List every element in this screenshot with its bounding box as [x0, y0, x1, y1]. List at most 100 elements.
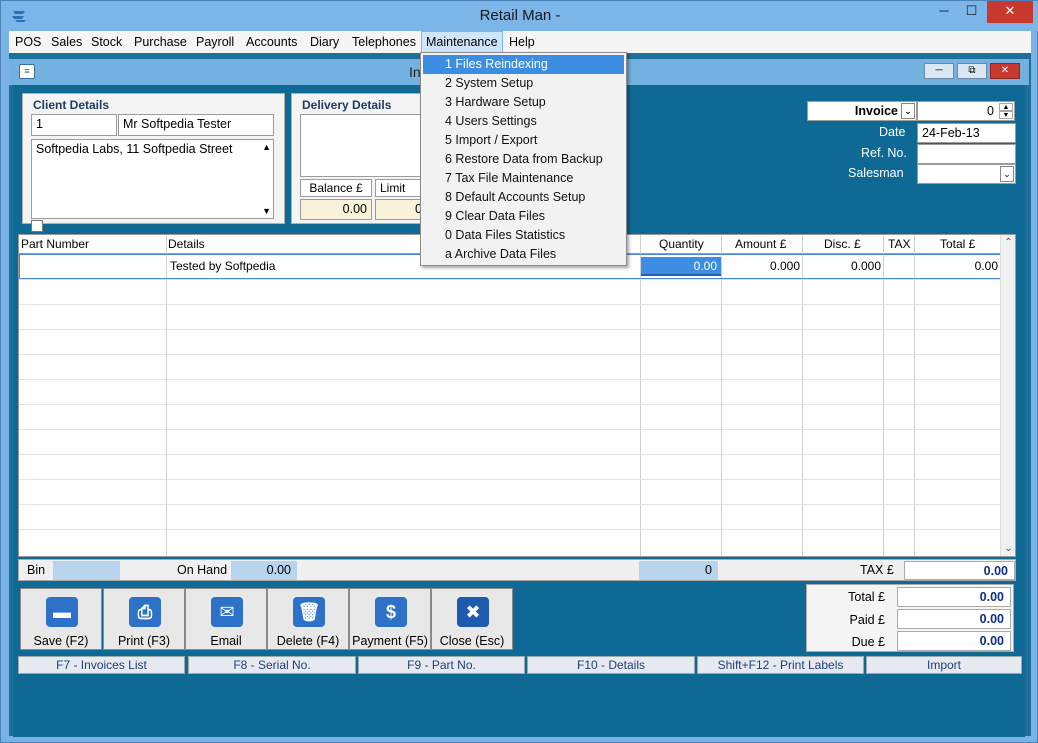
close-x-icon: ✖: [457, 597, 489, 627]
close-window-button[interactable]: ✕: [987, 1, 1033, 23]
on-hand-value: 0.00: [231, 561, 297, 580]
invoice-number-value: 0: [987, 104, 994, 118]
client-code-field[interactable]: 1: [31, 114, 117, 136]
stepper-down-icon[interactable]: ▼: [999, 111, 1013, 119]
close-button[interactable]: ✖ Close (Esc): [431, 588, 513, 650]
client-address-text: Softpedia Labs, 11 Softpedia Street: [36, 142, 233, 156]
date-label: Date: [879, 125, 906, 139]
dollar-icon: $: [375, 597, 407, 627]
col-disc[interactable]: Disc. £: [824, 237, 861, 251]
fkey-serial-no[interactable]: F8 - Serial No.: [188, 656, 356, 674]
fkey-part-no[interactable]: F9 - Part No.: [358, 656, 525, 674]
menu-maintenance[interactable]: Maintenance: [421, 31, 503, 53]
date-field[interactable]: 24-Feb-13: [917, 123, 1016, 143]
ref-no-field[interactable]: [917, 144, 1016, 164]
totals-panel: Total £ 0.00 Paid £ 0.00 Due £ 0.00: [806, 584, 1014, 652]
total-value: 0.00: [897, 587, 1011, 607]
maintenance-dropdown: 1 Files Reindexing 2 System Setup 3 Hard…: [420, 52, 627, 266]
invoice-type-value: Invoice: [854, 104, 898, 118]
line-count-value: 0: [639, 561, 718, 580]
invoice-number-stepper[interactable]: 0 ▲ ▼: [917, 101, 1015, 121]
save-button[interactable]: ▬ Save (F2): [20, 588, 102, 650]
menu-pos[interactable]: POS: [11, 31, 45, 53]
on-hand-label: On Hand: [177, 563, 228, 577]
col-details[interactable]: Details: [168, 237, 205, 251]
scroll-down-icon[interactable]: ⌄: [1001, 543, 1016, 554]
balance-label: Balance £: [300, 179, 372, 197]
email-button[interactable]: ✉ Email: [185, 588, 267, 650]
child-minimize-button[interactable]: ─: [924, 63, 954, 79]
delivery-address-field[interactable]: [300, 114, 427, 177]
child-window-title: In: [409, 64, 421, 80]
scroll-down-icon[interactable]: ▼: [262, 206, 271, 216]
minimize-button[interactable]: ─: [931, 1, 957, 23]
menu-telephones[interactable]: Telephones: [348, 31, 420, 53]
print-button-label: Print (F3): [117, 634, 171, 648]
stock-status-bar: Bin On Hand 0.00 0 TAX £ 0.00: [18, 559, 1016, 581]
col-part-number[interactable]: Part Number: [21, 237, 89, 251]
title-bar: Retail Man - ─ ☐ ✕: [1, 1, 1038, 31]
fkey-details[interactable]: F10 - Details: [527, 656, 695, 674]
ref-no-label: Ref. No.: [861, 146, 907, 160]
menu-help[interactable]: Help: [505, 31, 539, 53]
menu-diary[interactable]: Diary: [306, 31, 343, 53]
total-label: Total £: [848, 590, 885, 604]
balance-value: 0.00: [300, 199, 372, 220]
payment-button[interactable]: $ Payment (F5): [349, 588, 431, 650]
cell-details[interactable]: Tested by Softpedia: [170, 259, 275, 273]
menu-files-reindexing[interactable]: 1 Files Reindexing: [423, 55, 624, 74]
print-button[interactable]: ⎙ Print (F3): [103, 588, 185, 650]
child-restore-button[interactable]: ⧉: [957, 63, 987, 79]
invoice-type-select[interactable]: Invoice ⌄: [807, 101, 917, 121]
fkey-invoices-list[interactable]: F7 - Invoices List: [18, 656, 185, 674]
menu-payroll[interactable]: Payroll: [192, 31, 238, 53]
menu-users-settings[interactable]: 4 Users Settings: [423, 112, 624, 131]
menu-tax-file-maintenance[interactable]: 7 Tax File Maintenance: [423, 169, 624, 188]
chevron-down-icon[interactable]: ⌄: [901, 103, 915, 119]
cell-quantity[interactable]: 0.00: [641, 257, 721, 276]
fkey-import[interactable]: Import: [866, 656, 1022, 674]
menu-data-files-statistics[interactable]: 0 Data Files Statistics: [423, 226, 624, 245]
client-name-field[interactable]: Mr Softpedia Tester: [118, 114, 274, 136]
bin-label: Bin: [27, 563, 46, 577]
paid-label: Paid £: [849, 613, 885, 627]
cell-disc[interactable]: 0.000: [803, 259, 881, 273]
fkey-print-labels[interactable]: Shift+F12 - Print Labels: [697, 656, 864, 674]
cell-amount[interactable]: 0.000: [722, 259, 800, 273]
salesman-label: Salesman: [848, 166, 904, 180]
menu-accounts[interactable]: Accounts: [242, 31, 301, 53]
menu-clear-data-files[interactable]: 9 Clear Data Files: [423, 207, 624, 226]
menu-hardware-setup[interactable]: 3 Hardware Setup: [423, 93, 624, 112]
scroll-up-icon[interactable]: ▲: [262, 142, 271, 152]
items-table: Part Number Details Quantity Amount £ Di…: [18, 234, 1016, 557]
child-close-button[interactable]: ✕: [990, 63, 1020, 79]
delete-button[interactable]: 🗑 Delete (F4): [267, 588, 349, 650]
menu-archive-data-files[interactable]: a Archive Data Files: [423, 245, 624, 264]
save-button-label: Save (F2): [33, 634, 89, 648]
menu-system-setup[interactable]: 2 System Setup: [423, 74, 624, 93]
client-details-panel: Client Details 1 Mr Softpedia Tester Sof…: [22, 93, 285, 224]
stepper-up-icon[interactable]: ▲: [999, 103, 1013, 111]
bin-value: [53, 561, 120, 580]
menu-import-export[interactable]: 5 Import / Export: [423, 131, 624, 150]
document-icon[interactable]: ≡: [19, 64, 35, 79]
col-quantity[interactable]: Quantity: [659, 237, 704, 251]
checkbox[interactable]: [31, 220, 43, 232]
cell-total[interactable]: 0.00: [915, 259, 998, 273]
table-scrollbar[interactable]: ⌃ ⌄: [1000, 235, 1015, 556]
menu-restore-backup[interactable]: 6 Restore Data from Backup: [423, 150, 624, 169]
col-amount[interactable]: Amount £: [735, 237, 786, 251]
menu-bar: POS Sales Stock Purchase Payroll Account…: [9, 31, 1031, 53]
scroll-up-icon[interactable]: ⌃: [1001, 237, 1016, 248]
menu-purchase[interactable]: Purchase: [130, 31, 191, 53]
menu-sales[interactable]: Sales: [47, 31, 86, 53]
paid-value: 0.00: [897, 609, 1011, 629]
col-tax[interactable]: TAX: [888, 237, 910, 251]
salesman-select[interactable]: ⌄: [917, 164, 1016, 184]
col-total[interactable]: Total £: [940, 237, 975, 251]
menu-stock[interactable]: Stock: [87, 31, 126, 53]
chevron-down-icon[interactable]: ⌄: [1000, 166, 1014, 182]
menu-default-accounts-setup[interactable]: 8 Default Accounts Setup: [423, 188, 624, 207]
maximize-button[interactable]: ☐: [958, 1, 985, 23]
client-address-field[interactable]: Softpedia Labs, 11 Softpedia Street ▲ ▼: [31, 139, 274, 219]
